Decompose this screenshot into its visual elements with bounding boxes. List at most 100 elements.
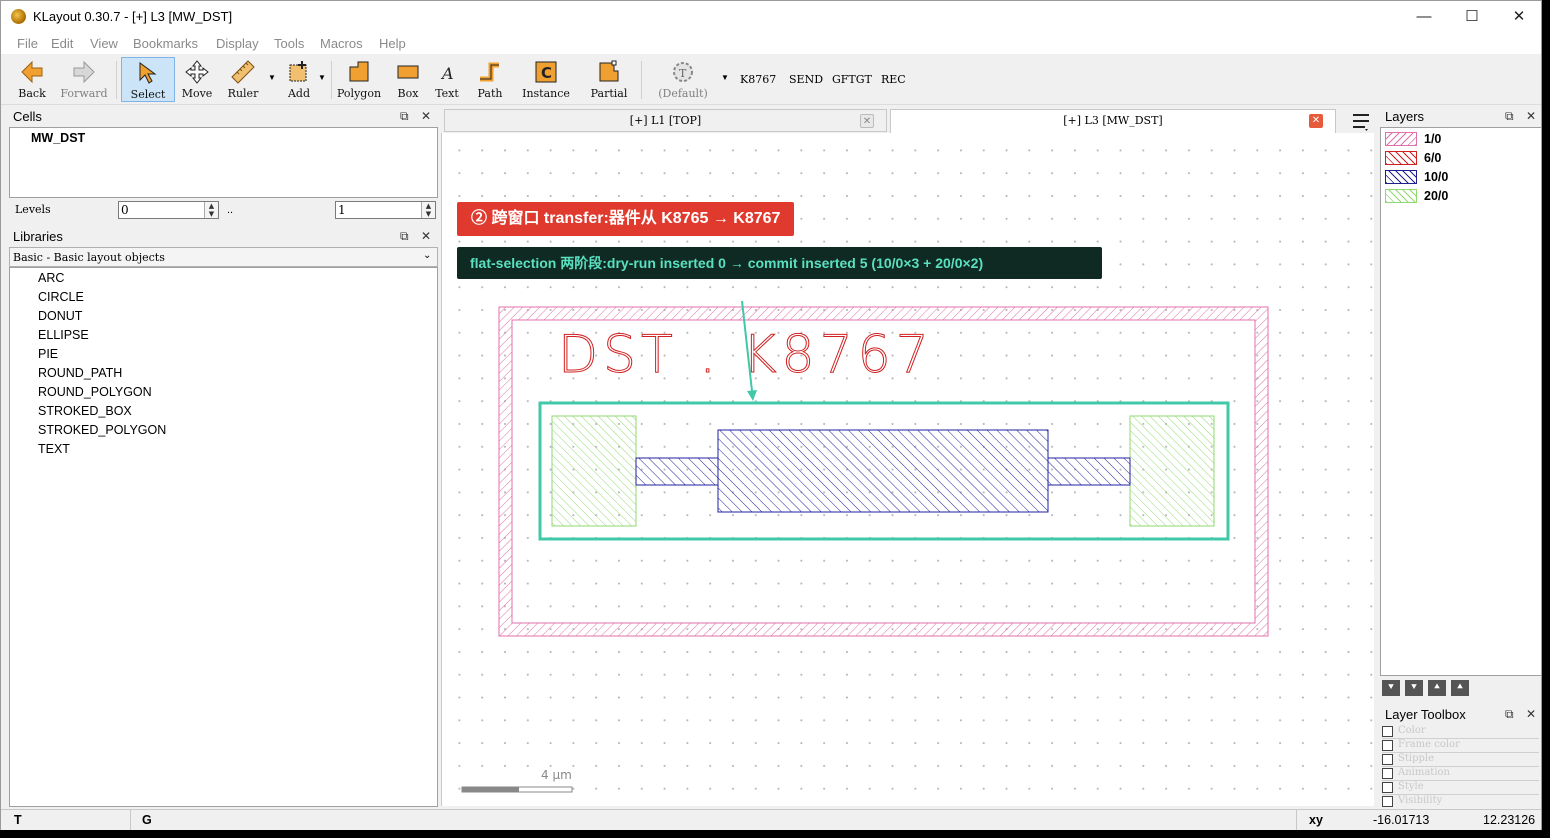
- forward-button[interactable]: Forward: [59, 57, 109, 102]
- polygon-tool-button[interactable]: Polygon: [335, 57, 383, 102]
- box-tool-button[interactable]: Box: [391, 57, 425, 102]
- level-from-stepper[interactable]: 0 ▲ ▼: [118, 201, 219, 219]
- menu-display[interactable]: Display: [216, 36, 259, 51]
- layers-close-icon[interactable]: ✕: [1526, 109, 1536, 123]
- library-item[interactable]: ELLIPSE: [38, 328, 89, 342]
- toolbox-row-stipple[interactable]: Stipple: [1382, 753, 1539, 767]
- macro-gftgt-button[interactable]: GFTGT: [832, 73, 872, 86]
- toolbox-row-animation[interactable]: Animation: [1382, 767, 1539, 781]
- libraries-close-icon[interactable]: ✕: [421, 229, 431, 243]
- polygon-label: Polygon: [336, 87, 382, 100]
- stepper-arrows-icon[interactable]: ▲ ▼: [204, 202, 218, 218]
- layers-float-icon[interactable]: ⧉: [1505, 109, 1514, 124]
- library-select[interactable]: Basic - Basic layout objects ⌄: [9, 247, 438, 267]
- cell-item-mw-dst[interactable]: MW_DST: [31, 131, 85, 145]
- layer-swatch: [1385, 189, 1417, 203]
- level-to-stepper[interactable]: 1 ▲ ▼: [335, 201, 436, 219]
- menu-view[interactable]: View: [90, 36, 118, 51]
- cells-title: Cells: [9, 107, 438, 127]
- library-item[interactable]: STROKED_POLYGON: [38, 423, 166, 437]
- level-from-value: 0: [121, 203, 129, 217]
- main-toolbar: Back Forward Select Move Ruler ▼ Add ▼ P…: [1, 55, 1541, 105]
- expand-checkbox[interactable]: [1382, 740, 1393, 751]
- svg-text:T: T: [679, 67, 687, 80]
- ruler-dropdown-icon[interactable]: ▼: [268, 73, 276, 82]
- layer-swatch: [1385, 132, 1417, 146]
- instance-tool-button[interactable]: C Instance: [517, 57, 575, 102]
- macro-send-button[interactable]: SEND: [789, 73, 823, 86]
- expand-checkbox[interactable]: [1382, 754, 1393, 765]
- add-dropdown-icon[interactable]: ▼: [318, 73, 326, 82]
- macro-k8767-button[interactable]: K8767: [740, 73, 776, 86]
- menu-help[interactable]: Help: [379, 36, 406, 51]
- box-label: Box: [397, 87, 419, 100]
- select-tool-button[interactable]: Select: [121, 57, 175, 102]
- toolbox-float-icon[interactable]: ⧉: [1505, 707, 1514, 722]
- toolbox-row-visibility[interactable]: Visibility: [1382, 795, 1539, 807]
- layout-canvas[interactable]: DST . K8767 ② 跨窗口 transfer:器件从 K8765 → K…: [441, 133, 1374, 806]
- svg-text:A: A: [440, 64, 454, 83]
- macro-rec-button[interactable]: REC: [881, 73, 906, 86]
- maximize-button[interactable]: ☐: [1449, 1, 1495, 32]
- ruler-tool-button[interactable]: Ruler: [223, 57, 263, 102]
- svg-text:C: C: [541, 64, 552, 82]
- tab-l3-mw-dst[interactable]: [+] L3 [MW_DST] ✕: [890, 109, 1336, 133]
- text-tool-button[interactable]: A Text: [431, 57, 463, 102]
- toolbox-row-frame-color[interactable]: Frame color: [1382, 739, 1539, 753]
- library-item[interactable]: ROUND_PATH: [38, 366, 122, 380]
- expand-checkbox[interactable]: [1382, 726, 1393, 737]
- coord-x: -16.01713: [1373, 813, 1430, 827]
- stepper-arrows-icon[interactable]: ▲ ▼: [421, 202, 435, 218]
- move-down-icon[interactable]: ⯆: [1382, 680, 1400, 696]
- toolbox-row-color[interactable]: Color: [1382, 725, 1539, 739]
- partial-label: Partial: [590, 87, 628, 100]
- menu-edit[interactable]: Edit: [51, 36, 73, 51]
- back-button[interactable]: Back: [9, 57, 55, 102]
- library-item[interactable]: PIE: [38, 347, 58, 361]
- library-item[interactable]: ROUND_POLYGON: [38, 385, 152, 399]
- cells-float-icon[interactable]: ⧉: [400, 109, 409, 124]
- scale-bar-fill: [462, 787, 519, 792]
- library-item[interactable]: DONUT: [38, 309, 82, 323]
- close-tab-icon[interactable]: ✕: [1309, 114, 1323, 128]
- layer-swatch: [1385, 170, 1417, 184]
- library-item[interactable]: CIRCLE: [38, 290, 84, 304]
- tab-l1-top[interactable]: [+] L1 [TOP] ✕: [444, 109, 887, 132]
- add-tool-button[interactable]: Add: [281, 57, 317, 102]
- default-dropdown-icon[interactable]: ▼: [721, 73, 729, 82]
- coord-y: 12.23126: [1483, 813, 1536, 827]
- layer-toolbox-title: Layer Toolbox: [1381, 705, 1541, 725]
- path-tool-button[interactable]: Path: [473, 57, 507, 102]
- menu-tools[interactable]: Tools: [274, 36, 304, 51]
- menu-bookmarks[interactable]: Bookmarks: [133, 36, 198, 51]
- chevron-down-icon[interactable]: ⌄: [423, 250, 431, 261]
- minimize-button[interactable]: —: [1401, 1, 1447, 32]
- menu-file[interactable]: File: [17, 36, 38, 51]
- toolbox-close-icon[interactable]: ✕: [1526, 707, 1536, 721]
- cell-tree[interactable]: MW_DST: [9, 127, 438, 198]
- libraries-float-icon[interactable]: ⧉: [400, 229, 409, 244]
- menu-macros[interactable]: Macros: [320, 36, 363, 51]
- expand-checkbox[interactable]: [1382, 782, 1393, 793]
- default-mode-button[interactable]: T (Default): [651, 57, 715, 102]
- move-bottom-icon[interactable]: ⯆: [1405, 680, 1423, 696]
- annotation-transfer-label: ② 跨窗口 transfer:器件从 K8765 → K8767: [457, 202, 795, 236]
- library-item[interactable]: TEXT: [38, 442, 70, 456]
- close-window-button[interactable]: ✕: [1496, 1, 1542, 32]
- cells-close-icon[interactable]: ✕: [421, 109, 431, 123]
- body-10-0: [717, 429, 1049, 513]
- expand-checkbox[interactable]: [1382, 768, 1393, 779]
- tab-menu-icon[interactable]: [1350, 110, 1374, 132]
- library-item[interactable]: ARC: [38, 271, 64, 285]
- toolbox-row-style[interactable]: Style: [1382, 781, 1539, 795]
- layers-panel-header: Layers ⧉ ✕: [1381, 107, 1541, 127]
- library-item[interactable]: STROKED_BOX: [38, 404, 132, 418]
- expand-checkbox[interactable]: [1382, 796, 1393, 807]
- layout-text-6-0: DST . K8767: [558, 325, 934, 386]
- close-tab-icon[interactable]: ✕: [860, 114, 874, 128]
- move-up-icon[interactable]: ⯅: [1428, 680, 1446, 696]
- partial-tool-button[interactable]: Partial: [585, 57, 633, 102]
- back-label: Back: [18, 87, 46, 100]
- move-tool-button[interactable]: Move: [179, 57, 215, 102]
- move-top-icon[interactable]: ⯅: [1451, 680, 1469, 696]
